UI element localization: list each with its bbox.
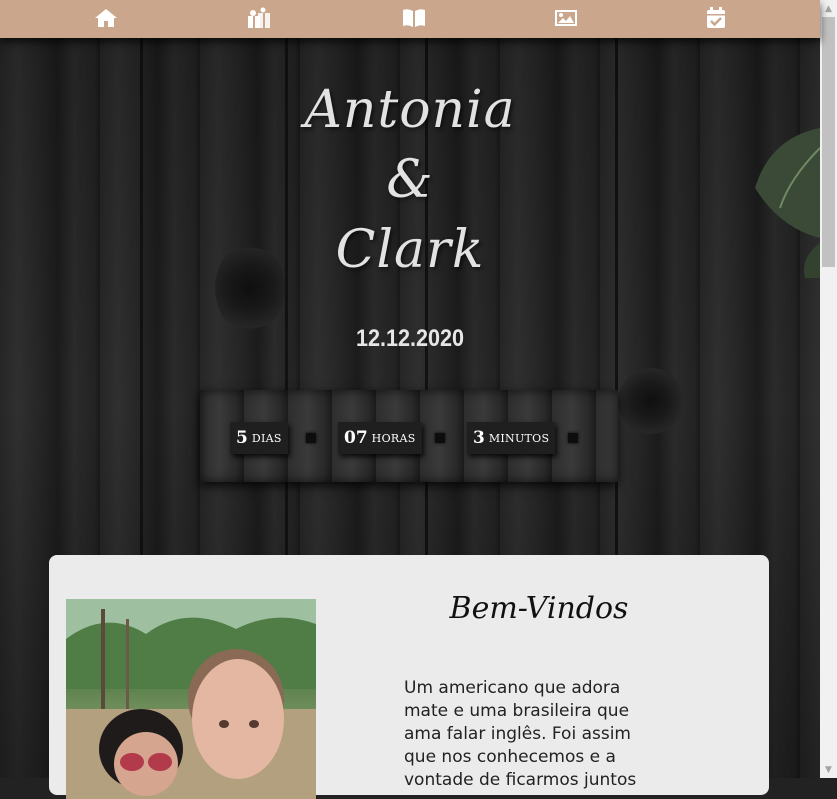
hours-label: horas — [371, 431, 416, 445]
days-value: 5 — [236, 428, 248, 448]
scroll-down-arrow-icon[interactable]: ▼ — [820, 761, 837, 778]
home-icon — [95, 9, 117, 27]
top-nav — [0, 0, 820, 38]
vertical-scrollbar[interactable]: ▲ ▼ — [820, 0, 837, 778]
scrollbar-thumb[interactable] — [822, 17, 835, 267]
couple-photo — [66, 599, 316, 799]
couple-photo-illustration — [66, 599, 316, 799]
countdown-board: 5 dias 07 horas 3 minutos — [200, 390, 618, 482]
ampersand: & — [386, 150, 434, 210]
welcome-card: Bem-Vindos Um americano que adora mate e… — [49, 555, 769, 799]
gifts-icon — [248, 7, 270, 28]
nav-gifts-button[interactable] — [246, 6, 272, 30]
welcome-title: Bem-Vindos — [449, 591, 629, 626]
calendar-check-icon — [707, 7, 725, 28]
countdown-separator — [435, 433, 445, 443]
nav-home-button[interactable] — [93, 6, 119, 30]
minutes-value: 3 — [473, 428, 485, 448]
countdown-separator — [306, 433, 316, 443]
days-label: dias — [251, 431, 282, 445]
welcome-text: Um americano que adora mate e uma brasil… — [404, 678, 637, 790]
book-icon — [403, 9, 425, 27]
couple-name-2: Clark — [335, 220, 485, 280]
countdown-hours: 07 horas — [338, 422, 422, 454]
couple-name-1: Antonia — [304, 80, 516, 140]
wedding-date: 12.12.2020 — [355, 325, 465, 352]
nav-book-button[interactable] — [401, 6, 427, 30]
hours-value: 07 — [344, 428, 368, 448]
image-icon — [555, 10, 577, 26]
countdown-separator — [568, 433, 578, 443]
minutes-label: minutos — [488, 431, 550, 445]
nav-rsvp-button[interactable] — [703, 6, 729, 30]
countdown-days: 5 dias — [230, 422, 288, 454]
nav-gallery-button[interactable] — [553, 6, 579, 30]
countdown-minutes: 3 minutos — [467, 422, 556, 454]
scroll-up-arrow-icon[interactable]: ▲ — [820, 0, 837, 17]
